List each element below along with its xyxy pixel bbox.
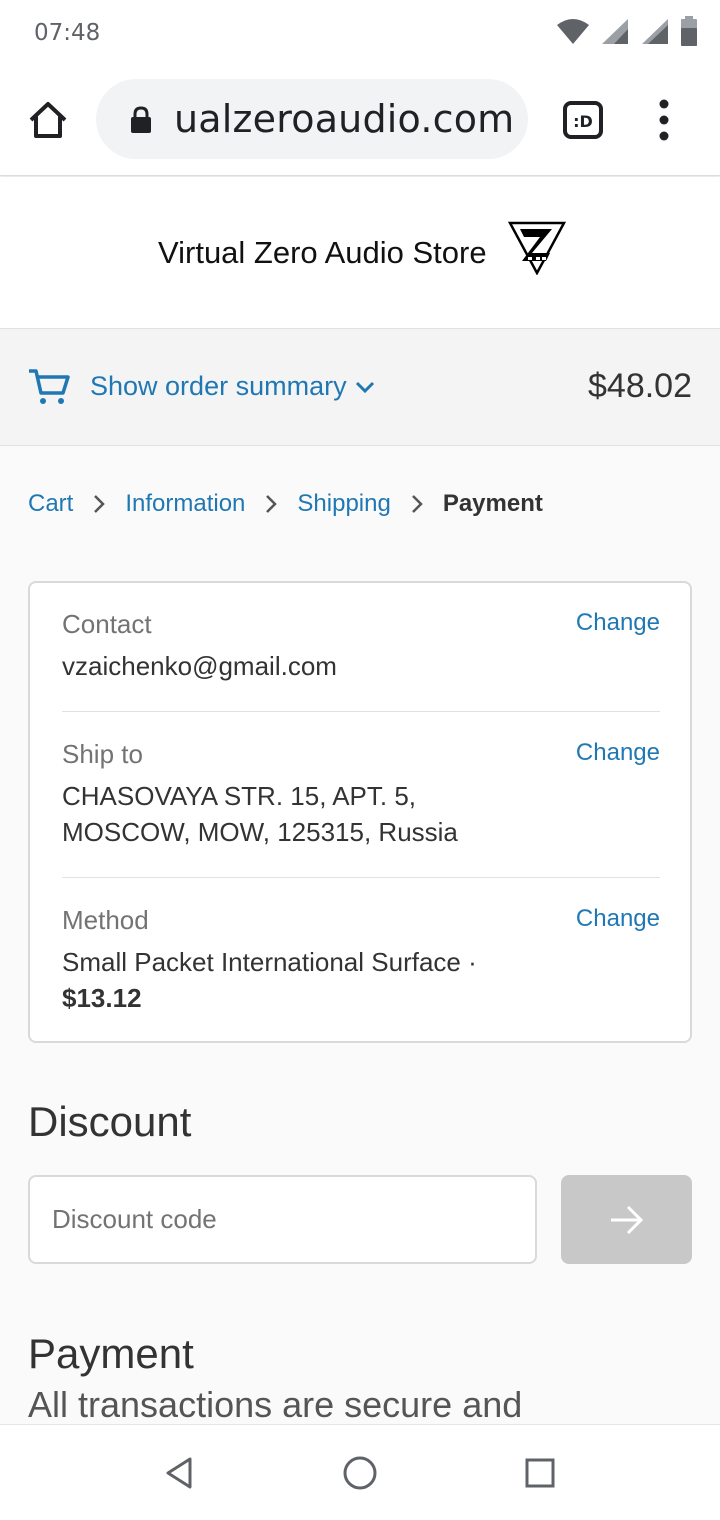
ship-to-line2: MOSCOW, MOW, 125315, Russia — [62, 817, 458, 847]
breadcrumb-cart[interactable]: Cart — [28, 490, 73, 518]
method-price: $13.12 — [62, 983, 142, 1013]
method-name: Small Packet International Surface · — [62, 947, 477, 977]
status-time: 07:48 — [34, 20, 101, 46]
breadcrumb: Cart Information Shipping Payment — [28, 490, 543, 518]
order-total: $48.02 — [588, 367, 692, 405]
tab-switcher-icon: :D — [563, 101, 603, 139]
arrow-right-icon — [610, 1205, 643, 1234]
contact-value: vzaichenko@gmail.com — [62, 651, 337, 681]
show-order-summary-label: Show order summary — [90, 371, 347, 401]
payment-subtitle: All transactions are secure and — [28, 1384, 523, 1425]
back-icon[interactable] — [160, 1453, 200, 1493]
method-value: Small Packet International Surface · $13… — [62, 944, 660, 1016]
discount-title: Discount — [28, 1098, 192, 1145]
breadcrumb-information[interactable]: Information — [125, 490, 245, 518]
navigation-bar — [0, 1424, 720, 1520]
ship-to-row: Ship to CHASOVAYA STR. 15, APT. 5, MOSCO… — [62, 739, 660, 850]
breadcrumb-shipping[interactable]: Shipping — [297, 490, 390, 518]
signal-icon — [642, 19, 668, 44]
method-row: Method Small Packet International Surfac… — [62, 905, 660, 1016]
store-title[interactable]: Virtual Zero Audio Store — [158, 235, 487, 271]
contact-label: Contact — [62, 609, 152, 639]
more-icon[interactable] — [650, 96, 678, 144]
contact-row: Contact vzaichenko@gmail.com Change — [62, 609, 660, 684]
order-summary-bar[interactable]: Show order summary $48.02 — [0, 329, 720, 446]
breadcrumb-payment: Payment — [442, 490, 543, 517]
wifi-icon — [557, 19, 589, 44]
cart-icon — [29, 369, 70, 404]
lock-icon — [131, 106, 151, 133]
chevron-down-icon — [355, 381, 374, 393]
status-bar: 07:48 — [0, 0, 720, 66]
chevron-right-icon — [391, 492, 443, 516]
home-circle-icon[interactable] — [340, 1453, 380, 1493]
recents-icon[interactable] — [520, 1453, 560, 1493]
address-bar[interactable]: ualzeroaudio.com — [96, 79, 528, 159]
url-text: ualzeroaudio.com — [174, 97, 515, 141]
change-ship-to-link[interactable]: Change — [576, 739, 660, 767]
method-label: Method — [62, 905, 149, 935]
signal-icon — [602, 19, 628, 44]
chevron-right-icon — [245, 492, 297, 516]
divider — [62, 877, 660, 878]
store-logo[interactable] — [508, 219, 566, 275]
change-contact-link[interactable]: Change — [576, 609, 660, 637]
payment-title: Payment — [28, 1330, 194, 1377]
show-order-summary-toggle[interactable]: Show order summary — [90, 371, 375, 402]
chevron-right-icon — [73, 492, 125, 516]
ship-to-line1: CHASOVAYA STR. 15, APT. 5, — [62, 781, 417, 811]
home-icon[interactable] — [26, 98, 70, 142]
battery-icon — [681, 16, 697, 46]
apply-discount-button[interactable] — [561, 1175, 692, 1264]
ship-to-address: CHASOVAYA STR. 15, APT. 5, MOSCOW, MOW, … — [62, 778, 660, 850]
ship-to-label: Ship to — [62, 739, 143, 769]
review-block: Contact vzaichenko@gmail.com Change Ship… — [28, 581, 692, 1043]
status-icons — [556, 16, 698, 46]
tab-switcher-label: :D — [573, 112, 593, 131]
discount-code-input[interactable] — [28, 1175, 537, 1264]
divider — [62, 711, 660, 712]
tab-switcher-button[interactable]: :D — [562, 100, 604, 140]
store-header: Virtual Zero Audio Store — [0, 177, 720, 329]
browser-toolbar: ualzeroaudio.com :D — [0, 66, 720, 176]
change-method-link[interactable]: Change — [576, 905, 660, 933]
